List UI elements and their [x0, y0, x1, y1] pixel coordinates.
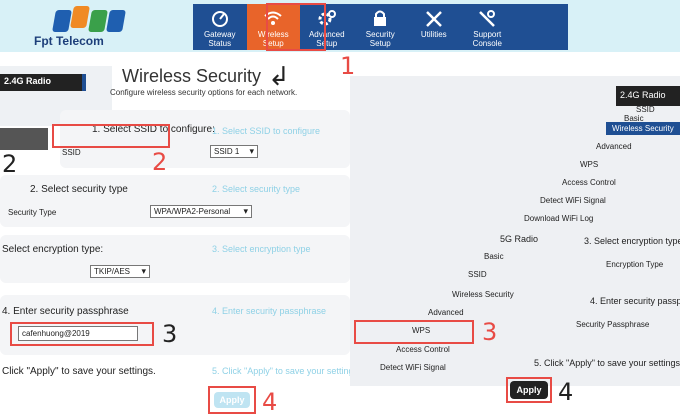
annotation-number: 4: [558, 378, 574, 406]
right-section-24g: 2.4G Radio: [620, 90, 666, 100]
step1-heading: 1. Select SSID to configure:: [92, 124, 215, 135]
step1-faint-label: 1. Select SSID to configure: [212, 126, 321, 136]
annotation-number: 3: [482, 318, 498, 346]
main-nav: Gateway Status Wireless Setup Advanced Setu…: [193, 4, 568, 50]
step2-faint-label: 2. Select security type: [212, 184, 301, 194]
nav-support-console[interactable]: Support Console: [461, 4, 515, 50]
right-step3-label: Encryption Type: [606, 260, 664, 269]
ssid-label: SSID: [62, 148, 81, 157]
nav-gateway-status[interactable]: Gateway Status: [193, 4, 247, 50]
menu5-wps[interactable]: WPS: [412, 326, 430, 335]
annotation-number: 2: [152, 148, 168, 176]
nav-label: Gateway Status: [203, 30, 236, 48]
step5-faint-label: 5. Click "Apply" to save your settings: [212, 366, 358, 376]
menu5-access-control[interactable]: Access Control: [396, 345, 450, 354]
nav-label: Support Console: [472, 30, 502, 48]
menu-ssid[interactable]: SSID: [636, 105, 655, 114]
step4-faint-label: 4. Enter security passphrase: [212, 306, 327, 316]
apply-button[interactable]: Apply: [510, 381, 548, 399]
right-section-5g: 5G Radio: [500, 234, 539, 244]
encryption-type-select[interactable]: TKIP/AES: [90, 265, 150, 278]
security-type-label: Security Type: [8, 208, 57, 217]
brand-name: Fpt Telecom: [34, 34, 104, 48]
menu5-ssid[interactable]: SSID: [468, 270, 487, 279]
wifi-icon: [264, 11, 282, 25]
step3-panel: [0, 235, 350, 283]
step5-heading: Click "Apply" to save your settings.: [2, 366, 156, 377]
support-gears-icon: [479, 10, 496, 27]
right-step5-heading: 5. Click "Apply" to save your settings.: [534, 358, 680, 368]
step1-panel: [60, 110, 350, 168]
annotation-number: 2: [2, 150, 18, 178]
menu5-advanced[interactable]: Advanced: [428, 308, 464, 317]
step3-faint-label: 3. Select encryption type: [212, 244, 311, 254]
nav-label: Advanced Setup: [308, 30, 345, 48]
nav-label: Wireless Setup: [257, 30, 289, 48]
step2-panel: [0, 175, 350, 227]
security-type-select[interactable]: WPA/WPA2-Personal: [150, 205, 252, 218]
right-step4-heading: 4. Enter security passphrase: [590, 296, 680, 306]
menu-download-log[interactable]: Download WiFi Log: [524, 214, 593, 223]
right-step3-heading: 3. Select encryption type:: [584, 236, 680, 246]
speedometer-icon: [211, 11, 228, 27]
menu5-basic[interactable]: Basic: [484, 252, 504, 261]
tools-icon: [425, 11, 442, 27]
page-title: Wireless Security: [122, 66, 262, 86]
tab-24g-radio[interactable]: 2.4G Radio: [0, 74, 82, 91]
menu-access-control[interactable]: Access Control: [562, 178, 616, 187]
lock-icon: [374, 10, 387, 26]
nav-label: Security Setup: [365, 30, 395, 48]
nav-advanced-setup[interactable]: Advanced Setup: [300, 4, 354, 50]
nav-security-setup[interactable]: Security Setup: [354, 4, 408, 50]
nav-utilities[interactable]: Utilities: [407, 4, 461, 50]
annotation-number: 4: [262, 388, 278, 416]
side-block: [0, 128, 48, 150]
apply-button-faint[interactable]: Apply: [214, 392, 250, 408]
logo-blocks: [52, 6, 138, 32]
menu-detect-wifi[interactable]: Detect WiFi Signal: [540, 196, 606, 205]
menu-wps[interactable]: WPS: [580, 160, 598, 169]
step3-heading: Select encryption type:: [2, 244, 104, 255]
right-step4-label: Security Passphrase: [576, 320, 650, 329]
step2-heading: 2. Select security type: [30, 184, 128, 195]
annotation-number: 3: [162, 320, 178, 348]
nav-wireless-setup[interactable]: Wireless Setup: [246, 4, 300, 50]
brand-logo[interactable]: Fpt Telecom: [34, 4, 154, 48]
menu5-wireless-security[interactable]: Wireless Security: [452, 290, 514, 299]
top-header: Fpt Telecom Gateway Status Wireless Setup: [0, 0, 680, 52]
page-subtitle: Configure wireless security options for …: [110, 88, 298, 97]
passphrase-input[interactable]: cafenhuong@2019: [18, 326, 138, 341]
gear-icon: [318, 10, 336, 26]
nav-label: Utilities: [420, 30, 447, 39]
step4-heading: 4. Enter security passphrase: [2, 306, 129, 317]
ssid-select[interactable]: SSID 1: [210, 145, 258, 158]
menu-wireless-security[interactable]: Wireless Security: [606, 122, 680, 135]
menu5-detect-wifi[interactable]: Detect WiFi Signal: [380, 363, 446, 372]
menu-advanced[interactable]: Advanced: [596, 142, 632, 151]
